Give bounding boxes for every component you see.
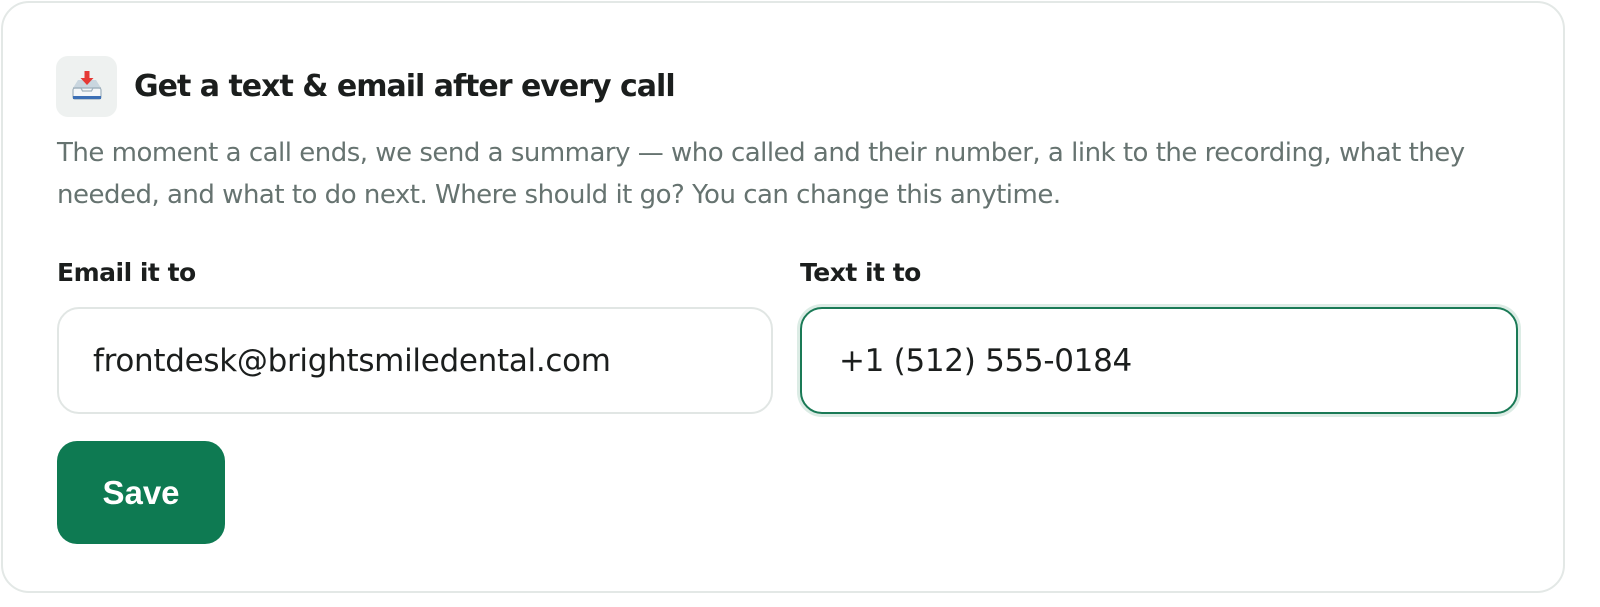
save-button[interactable]: Save (57, 441, 225, 544)
text-field-label: Text it to (800, 258, 921, 287)
card-description: The moment a call ends, we send a summar… (57, 138, 1465, 210)
text-field-group: Text it to (800, 256, 1518, 414)
email-field-label: Email it to (57, 258, 196, 287)
inbox-tray-icon (56, 56, 117, 117)
email-input[interactable] (57, 307, 773, 414)
phone-input[interactable] (800, 307, 1518, 414)
card-title: Get a text & email after every call (134, 69, 676, 104)
notification-settings-card: Get a text & email after every call The … (1, 1, 1565, 593)
card-header: Get a text & email after every call (56, 56, 676, 117)
email-field-group: Email it to (57, 256, 773, 414)
